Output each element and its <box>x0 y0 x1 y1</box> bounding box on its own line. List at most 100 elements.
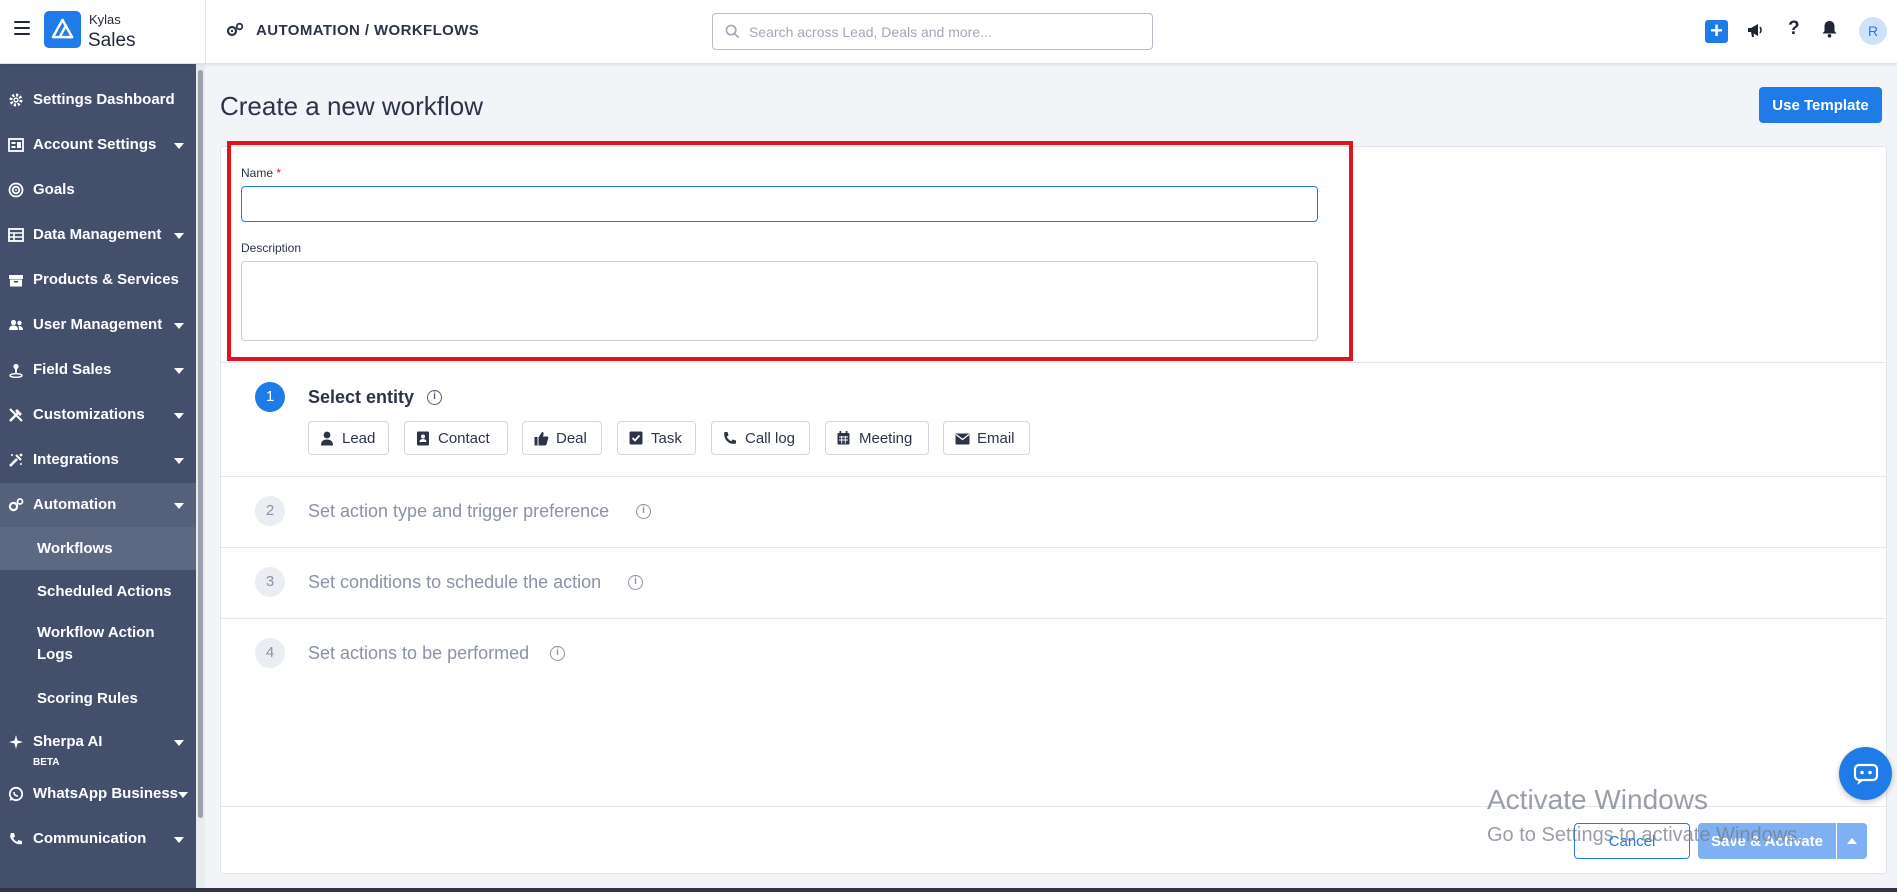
step-3-number: 3 <box>255 567 285 597</box>
person-icon <box>321 431 333 446</box>
chevron-down-icon <box>174 413 184 419</box>
entity-deal-button[interactable]: Deal <box>522 421 602 455</box>
calendar-icon <box>837 431 850 445</box>
entity-call-log-button[interactable]: Call log <box>711 421 810 455</box>
chevron-down-icon <box>174 233 184 239</box>
sidebar-item-field-sales[interactable]: Field Sales <box>0 348 196 392</box>
chevron-down-icon <box>174 837 184 843</box>
info-icon[interactable]: i <box>550 646 565 661</box>
section-divider <box>221 547 1886 548</box>
box-icon <box>9 275 23 287</box>
entity-meeting-button[interactable]: Meeting <box>825 421 929 455</box>
sidebar-item-automation[interactable]: Automation <box>0 483 196 527</box>
sidebar-item-sherpa-ai[interactable]: Sherpa AI BETA <box>0 720 196 772</box>
target-icon <box>8 182 24 198</box>
step-2-number: 2 <box>255 496 285 526</box>
gear-icon <box>9 93 23 107</box>
sidebar-item-account-settings[interactable]: Account Settings <box>0 123 196 167</box>
step-2-title: Set action type and trigger preference <box>308 501 610 521</box>
entity-label: Meeting <box>859 430 913 447</box>
sidebar-item-whatsapp-business[interactable]: WhatsApp Business <box>0 772 196 816</box>
info-icon[interactable]: i <box>628 575 643 590</box>
step-4-number: 4 <box>255 638 285 668</box>
envelope-icon <box>955 433 970 445</box>
chevron-down-icon <box>174 368 184 374</box>
hamburger-menu-icon[interactable] <box>14 21 30 35</box>
kylas-logo-icon[interactable] <box>44 11 81 48</box>
checkbox-icon <box>629 431 643 445</box>
entity-label: Task <box>651 430 682 447</box>
sidebar-item-customizations[interactable]: Customizations <box>0 393 196 437</box>
entity-contact-button[interactable]: Contact <box>404 421 508 455</box>
sidebar-item-integrations[interactable]: Integrations <box>0 438 196 482</box>
map-pin-icon <box>9 363 23 378</box>
sidebar-subitem-workflows[interactable]: Workflows <box>0 527 196 570</box>
windows-activation-subtitle: Go to Settings to activate Windows. <box>1487 824 1803 846</box>
bell-icon[interactable] <box>1821 20 1838 38</box>
info-icon[interactable]: i <box>636 504 651 519</box>
tools-icon <box>9 408 23 422</box>
step-3-title: Set conditions to schedule the action <box>308 572 602 592</box>
contact-card-icon <box>417 431 429 446</box>
sidebar-subitem-label: Scheduled Actions <box>37 583 172 600</box>
chat-bot-icon <box>1853 763 1879 785</box>
chevron-down-icon <box>174 740 184 746</box>
top-bar: Kylas Sales AUTOMATION / WORKFLOWS + ? R <box>0 0 1897 64</box>
chevron-down-icon <box>178 792 188 798</box>
use-template-button[interactable]: Use Template <box>1759 87 1882 123</box>
entity-label: Lead <box>342 430 376 447</box>
chevron-down-icon <box>174 323 184 329</box>
entity-email-button[interactable]: Email <box>943 421 1030 455</box>
chevron-down-icon <box>174 143 184 149</box>
entity-label: Contact <box>438 430 490 447</box>
entity-task-button[interactable]: Task <box>617 421 696 455</box>
sidebar-item-label: Sherpa AI <box>33 733 103 750</box>
search-icon <box>725 24 740 39</box>
user-avatar[interactable]: R <box>1859 17 1887 45</box>
chevron-down-icon <box>174 458 184 464</box>
account-settings-icon <box>8 138 24 152</box>
section-divider <box>221 618 1886 619</box>
help-icon[interactable]: ? <box>1788 18 1800 40</box>
sidebar-subitem-workflow-action-logs[interactable]: Workflow Action Logs <box>0 613 196 677</box>
sidebar-item-label: Integrations <box>33 451 119 468</box>
sidebar-item-communication[interactable]: Communication <box>0 817 196 861</box>
sidebar-subitem-scheduled-actions[interactable]: Scheduled Actions <box>0 570 196 613</box>
save-options-dropdown[interactable] <box>1837 823 1867 859</box>
windows-activation-title: Activate Windows <box>1487 784 1708 815</box>
sidebar-item-data-management[interactable]: Data Management <box>0 213 196 257</box>
sidebar-item-label: WhatsApp Business <box>33 785 179 802</box>
sidebar-scrollbar-thumb[interactable] <box>198 70 203 818</box>
beta-badge: BETA <box>33 757 60 768</box>
sidebar-item-goals[interactable]: Goals <box>0 168 196 212</box>
table-icon <box>8 228 24 242</box>
step-4-title: Set actions to be performed <box>308 643 530 663</box>
global-search[interactable] <box>712 13 1153 50</box>
quick-add-button[interactable]: + <box>1705 20 1728 43</box>
brand-name-main: Sales <box>88 30 136 51</box>
sidebar-item-label: Automation <box>33 496 117 513</box>
megaphone-icon[interactable] <box>1746 21 1764 39</box>
sidebar-item-settings-dashboard[interactable]: Settings Dashboard <box>0 78 196 122</box>
brand-name-top: Kylas <box>89 12 121 27</box>
sidebar-item-user-management[interactable]: User Management <box>0 303 196 347</box>
sidebar-item-label: Field Sales <box>33 361 112 378</box>
sidebar-item-products-services[interactable]: Products & Services <box>0 258 196 302</box>
chat-support-button[interactable] <box>1839 747 1892 800</box>
sidebar-item-label: Settings Dashboard <box>33 91 175 108</box>
sidebar-item-label: User Management <box>33 316 163 333</box>
gears-icon <box>226 22 244 37</box>
phone-icon <box>10 833 22 845</box>
entity-lead-button[interactable]: Lead <box>308 421 389 455</box>
integration-icon <box>9 453 23 467</box>
sidebar-item-label: Goals <box>33 181 75 198</box>
sidebar-subitem-scoring-rules[interactable]: Scoring Rules <box>0 677 196 720</box>
sidebar-item-label: Data Management <box>33 226 162 243</box>
sidebar-subitem-label: Scoring Rules <box>37 690 138 707</box>
sidebar-item-label: Customizations <box>33 406 145 423</box>
search-input[interactable] <box>749 21 1139 43</box>
info-icon[interactable]: i <box>427 390 442 405</box>
whatsapp-icon <box>8 786 24 802</box>
chevron-up-icon <box>1847 838 1857 844</box>
sidebar-item-label: Account Settings <box>33 136 157 153</box>
